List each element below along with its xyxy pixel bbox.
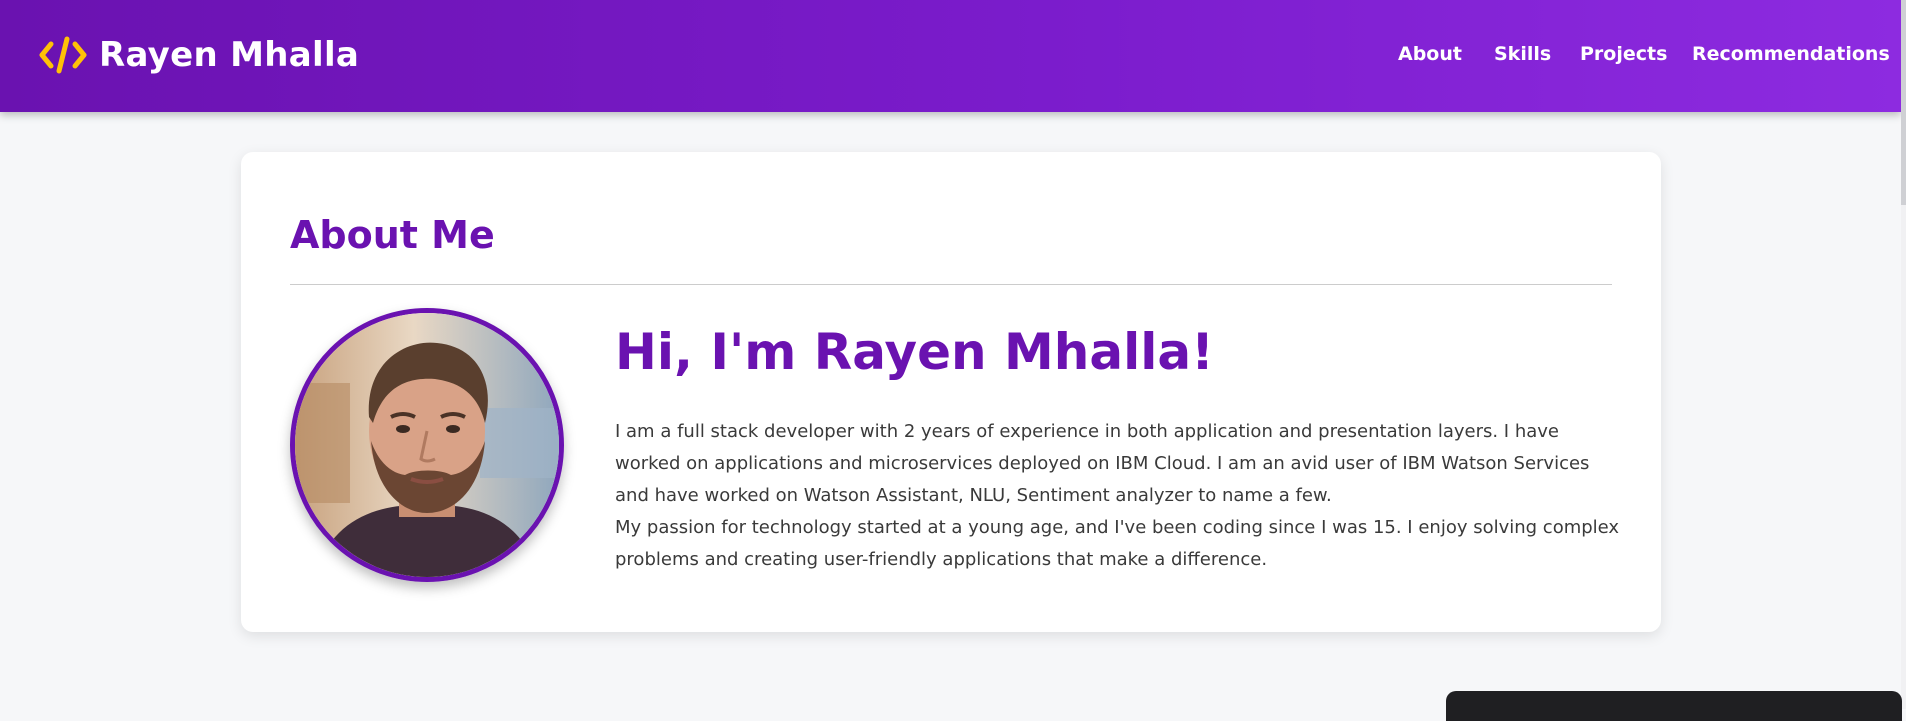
about-section-card: About Me Hi, I'm Rayen Mhalla! I am a fu… — [241, 152, 1661, 632]
nav-link-about[interactable]: About — [1398, 38, 1462, 70]
nav-link-projects[interactable]: Projects — [1580, 38, 1667, 70]
bio-text: I am a full stack developer with 2 years… — [615, 416, 1620, 576]
profile-photo — [290, 308, 564, 582]
brand-name[interactable]: Rayen Mhalla — [99, 30, 359, 80]
scrollbar-track[interactable] — [1901, 205, 1906, 709]
section-title: About Me — [290, 213, 495, 257]
floating-panel-edge[interactable] — [1446, 691, 1902, 721]
section-divider — [290, 284, 1612, 285]
nav-link-skills[interactable]: Skills — [1494, 38, 1551, 70]
top-navbar: Rayen Mhalla About Skills Projects Recom… — [0, 0, 1901, 112]
bio-paragraph: My passion for technology started at a y… — [615, 517, 1620, 570]
greeting-heading: Hi, I'm Rayen Mhalla! — [615, 323, 1214, 381]
scrollbar-thumb[interactable] — [1901, 0, 1906, 205]
portrait-illustration — [295, 313, 559, 577]
code-icon — [36, 28, 90, 82]
bio-paragraph: I am a full stack developer with 2 years… — [615, 421, 1590, 506]
nav-link-recommendations[interactable]: Recommendations — [1692, 38, 1890, 70]
